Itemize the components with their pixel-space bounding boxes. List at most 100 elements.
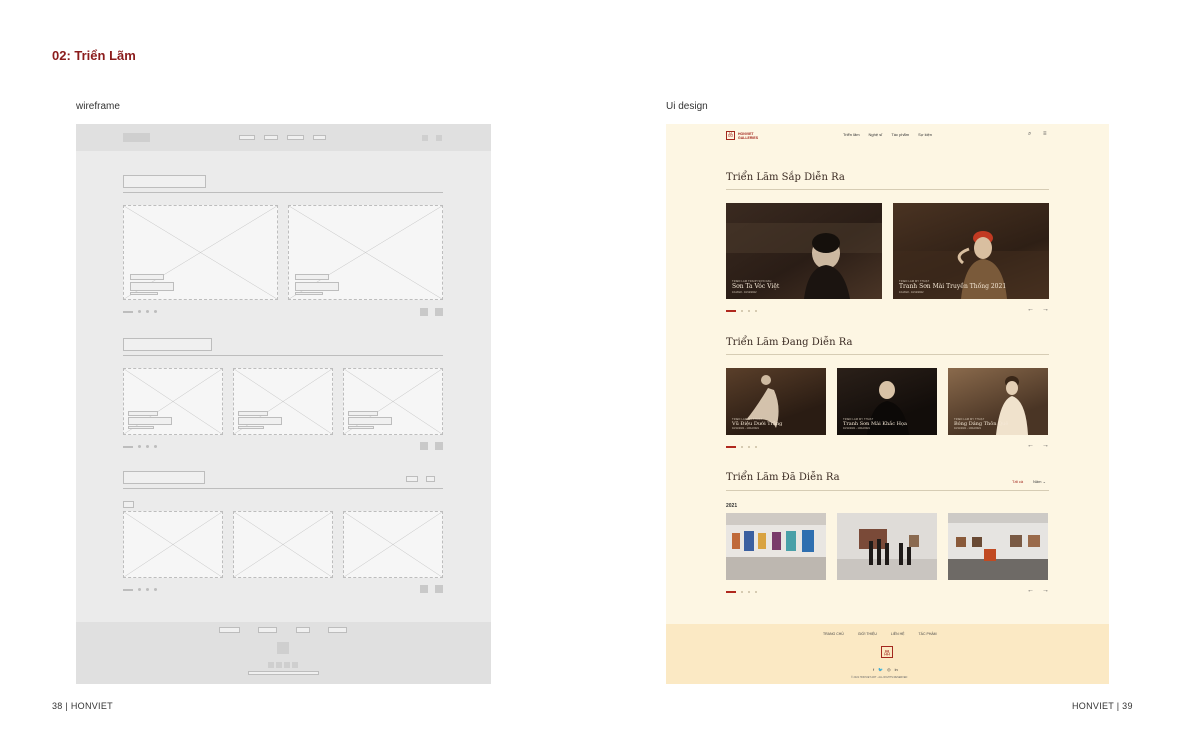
wireframe-caption [130, 274, 164, 280]
wireframe-year [123, 501, 134, 508]
wireframe-caption [295, 282, 339, 291]
pager-dot[interactable] [741, 310, 743, 312]
wireframe-caption [128, 411, 158, 416]
wireframe-image-placeholder [288, 205, 443, 300]
wireframe-image-placeholder [343, 368, 443, 435]
wireframe-section-title [123, 471, 205, 484]
pager-dot[interactable] [755, 591, 757, 593]
nav-item-exhibitions[interactable]: Triển lãm [843, 132, 860, 137]
wireframe-image-placeholder [233, 511, 333, 578]
year-label: 2021 [726, 503, 738, 509]
pager-dot[interactable] [748, 446, 750, 448]
section-heading: 02: Triển Lãm [52, 48, 136, 63]
page-number-left: 38 | HONVIET [52, 701, 113, 711]
wireframe-footer-link [296, 627, 310, 633]
wireframe-pager-dot [138, 588, 141, 591]
nav-item-artists[interactable]: Nghệ sĩ [869, 132, 883, 137]
wireframe-image-placeholder [123, 368, 223, 435]
linkedin-icon[interactable]: in [895, 667, 898, 672]
wireframe-footer-link [328, 627, 347, 633]
wireframe-arrow [420, 442, 428, 450]
current-title: Triển Lãm Đang Diễn Ra [726, 337, 853, 348]
prev-arrow-icon[interactable]: ← [1027, 442, 1034, 449]
wireframe-pager-dot [146, 310, 149, 313]
wireframe-divider [123, 192, 443, 193]
ui-design-label: Ui design [666, 101, 708, 112]
footer-logo-icon[interactable]: 品 [881, 646, 893, 658]
exhibition-card[interactable] [726, 513, 826, 580]
wireframe-nav-item [313, 135, 326, 140]
pager-dot[interactable] [748, 310, 750, 312]
pager-dot[interactable] [741, 591, 743, 593]
exhibition-card[interactable]: TRIỂN LÃM MỸ THUẬT Bóng Dáng Thôn Quê 10… [948, 368, 1048, 435]
pager-dot[interactable] [748, 591, 750, 593]
pager-dot[interactable] [755, 446, 757, 448]
nav-item-artworks[interactable]: Tác phẩm [891, 132, 909, 137]
wireframe-caption [348, 411, 378, 416]
wireframe-nav-item [239, 135, 255, 140]
footer-link-home[interactable]: TRANG CHỦ [823, 632, 844, 636]
wireframe-pager-dot [154, 588, 157, 591]
gallery-logo[interactable]: 品 HONVIET GALLERIES [726, 131, 762, 140]
filter-all[interactable]: Tất cả [1012, 479, 1023, 484]
wireframe-caption [238, 426, 264, 429]
card-date: 10/11/2021 - 10/12/2021 [954, 427, 982, 430]
prev-arrow-icon[interactable]: ← [1027, 306, 1034, 313]
next-arrow-icon[interactable]: → [1042, 587, 1049, 594]
exhibition-card[interactable] [948, 513, 1048, 580]
main-nav: Triển lãm Nghệ sĩ Tác phẩm Sự kiện [843, 132, 932, 137]
next-arrow-icon[interactable]: → [1042, 306, 1049, 313]
card-caption: TRIỂN LÃM MỸ THUẬT Tranh Sơn Mài Khắc Họ… [843, 418, 907, 430]
wireframe-footer [76, 622, 491, 684]
wireframe-caption [128, 417, 172, 425]
ui-design-panel: 品 HONVIET GALLERIES Triển lãm Nghệ sĩ Tá… [666, 124, 1109, 684]
filter-year-select[interactable]: Năm ⌄ [1033, 479, 1046, 484]
twitter-icon[interactable]: 🐦 [878, 667, 883, 672]
nav-item-events[interactable]: Sự kiện [918, 132, 932, 137]
card-date: 1/1/2022 - 10/12/2022 [732, 291, 757, 294]
pager-active[interactable] [726, 446, 736, 448]
wireframe-caption [130, 282, 174, 291]
wireframe-social-icon [268, 662, 274, 668]
footer-link-about[interactable]: GIỚI THIỆU [858, 632, 877, 636]
wireframe-label: wireframe [76, 101, 120, 112]
gallery-photo [948, 513, 1048, 580]
footer-link-contact[interactable]: LIÊN HỆ [891, 632, 905, 636]
pager-dot[interactable] [741, 446, 743, 448]
menu-icon[interactable]: ≡ [1043, 131, 1047, 137]
card-caption: TRIỂN LÃM MỸ THUẬT Bóng Dáng Thôn Quê 10… [954, 418, 1008, 430]
logo-text: HONVIET GALLERIES [738, 131, 759, 140]
next-arrow-icon[interactable]: → [1042, 442, 1049, 449]
pager-dot[interactable] [755, 310, 757, 312]
card-title: Sơn Ta Vóc Việt [732, 283, 780, 290]
wireframe-pager-active [123, 446, 133, 448]
wireframe-section-title [123, 338, 212, 351]
exhibition-card[interactable]: TRIỂN LÃM MỸ THUẬT Tranh Sơn Mài Khắc Họ… [837, 368, 937, 435]
wireframe-arrow [435, 442, 443, 450]
wireframe-caption [128, 426, 154, 429]
wireframe-footer-link [258, 627, 277, 633]
wireframe-icon [436, 135, 442, 141]
wireframe-icon [422, 135, 428, 141]
pager-active[interactable] [726, 591, 736, 593]
wireframe-caption [238, 417, 282, 425]
exhibition-card[interactable]: TRIỂN LÃM MỸ THUẬT Tranh Sơn Mài Truyền … [893, 203, 1049, 299]
wireframe-filter [406, 476, 418, 482]
card-category: TRIỂN LÃM MỸ THUẬT [954, 418, 985, 421]
search-icon[interactable]: ⌕ [1028, 131, 1031, 138]
wireframe-pager-active [123, 589, 133, 591]
instagram-icon[interactable]: ◎ [887, 667, 891, 672]
facebook-icon[interactable]: f [873, 667, 874, 672]
exhibition-card[interactable]: TRIỂN LÃM MỸ THUẬT Vũ Điệu Dưới Trăng 10… [726, 368, 826, 435]
exhibition-card[interactable] [837, 513, 937, 580]
wireframe-caption [238, 411, 268, 416]
exhibition-card[interactable]: TRIỂN LÃM TRANH SƠN DẦU Sơn Ta Vóc Việt … [726, 203, 882, 299]
footer-link-artworks[interactable]: TÁC PHẨM [919, 632, 937, 636]
chevron-down-icon: ⌄ [1042, 479, 1046, 484]
prev-arrow-icon[interactable]: ← [1027, 587, 1034, 594]
divider [726, 189, 1049, 190]
pager-active[interactable] [726, 310, 736, 312]
wireframe-image-placeholder [123, 205, 278, 300]
wireframe-image-placeholder [123, 511, 223, 578]
wireframe-caption [348, 426, 374, 429]
